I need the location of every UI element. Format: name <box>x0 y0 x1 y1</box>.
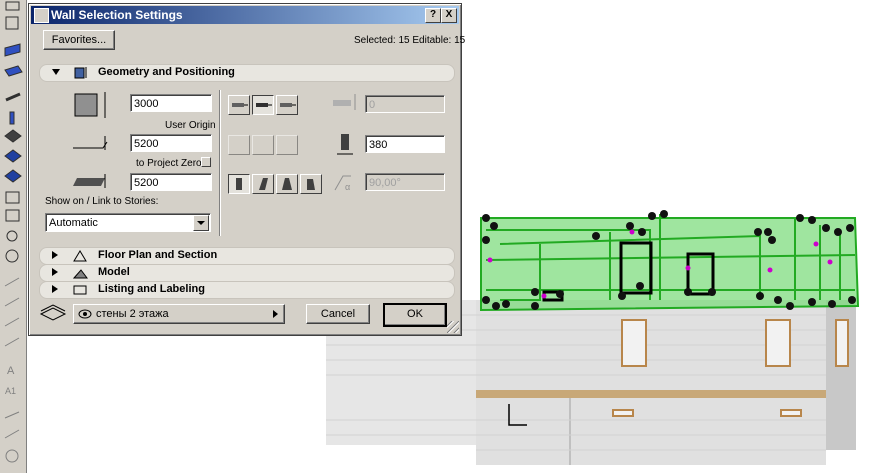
text-tool-icon: A <box>7 365 15 377</box>
base-reference-label: to Project Zero <box>136 158 202 169</box>
building-ledge <box>476 390 826 398</box>
expand-arrow-icon <box>52 268 58 276</box>
toolbox-palette: A A1 <box>0 0 27 473</box>
mesh-tool-icon <box>4 149 22 163</box>
object-tool-icon <box>5 249 19 263</box>
ref-line-inside-button[interactable] <box>276 95 298 115</box>
toolbox-icons: A A1 <box>4 1 23 463</box>
wall-selection-settings-dialog: Wall Selection Settings ? X Favorites...… <box>28 3 466 336</box>
wall-profile-slanted-button[interactable] <box>252 174 274 194</box>
wall-type-polygonal-button[interactable] <box>276 135 298 155</box>
offset-icon <box>333 94 356 110</box>
favorites-button[interactable]: Favorites... <box>43 30 115 50</box>
shell-tool-icon <box>4 169 22 183</box>
wall-base-field[interactable]: 5200 <box>130 134 212 152</box>
window-tool-icon <box>5 209 20 222</box>
model-icon <box>72 269 88 279</box>
dialog-title: Wall Selection Settings <box>51 8 183 22</box>
show-on-stories-value: Automatic <box>49 217 98 229</box>
roof-tool-icon <box>4 129 22 143</box>
close-button[interactable]: X <box>441 8 457 23</box>
wall-profile-straight-button[interactable] <box>228 174 250 194</box>
ref-line-center-button[interactable] <box>252 95 274 115</box>
help-button[interactable]: ? <box>425 8 441 23</box>
arrow-tool-icon <box>5 1 20 11</box>
layer-select[interactable]: стены 2 этажа <box>73 304 285 324</box>
resize-grip[interactable] <box>447 321 459 333</box>
selection-count: Selected: 15 Editable: 15 <box>354 35 466 46</box>
thickness-icon <box>337 134 353 155</box>
wall-type-trapezoid-button[interactable] <box>252 135 274 155</box>
radial-dim-tool-icon <box>4 317 20 327</box>
expand-arrow-icon <box>52 285 58 293</box>
marquee-tool-icon <box>5 16 19 30</box>
show-on-stories-label: Show on / Link to Stories: <box>45 196 159 207</box>
wall-profile-complex-button[interactable] <box>300 174 322 194</box>
wall-thickness-field[interactable]: 380 <box>365 135 445 153</box>
section-geometry[interactable]: Geometry and Positioning <box>39 64 455 82</box>
dialog-app-icon <box>34 8 49 23</box>
selected-walls[interactable] <box>480 214 860 312</box>
circle-tool-icon <box>5 449 19 463</box>
show-on-stories-select[interactable]: Automatic <box>45 213 211 232</box>
svg-text:α: α <box>345 182 350 192</box>
geometry-icon <box>74 67 87 79</box>
column-tool-icon <box>9 111 15 125</box>
eye-icon <box>78 309 92 319</box>
layer-icon <box>39 304 67 321</box>
wall-bottom-icon <box>73 174 106 188</box>
wall-tool-icon <box>4 43 21 57</box>
section-geometry-label: Geometry and Positioning <box>98 66 235 78</box>
wall-base-icon <box>73 136 108 150</box>
dialog-titlebar[interactable]: Wall Selection Settings ? X <box>31 6 459 24</box>
wall-height-icon <box>74 92 106 118</box>
slant-angle-icon: α <box>334 175 351 192</box>
chevron-down-icon[interactable] <box>193 215 209 231</box>
cancel-button[interactable]: Cancel <box>306 304 370 324</box>
ref-line-outside-button[interactable] <box>228 95 250 115</box>
expand-arrow-icon <box>52 69 60 75</box>
level-dim-tool-icon <box>4 297 20 307</box>
slant-angle-field[interactable]: 90,00° <box>365 173 445 191</box>
height-reference-label: User Origin <box>165 120 216 131</box>
reference-popup-button[interactable] <box>201 157 211 167</box>
layer-name: стены 2 этажа <box>96 308 169 320</box>
wall-bottom-field[interactable]: 5200 <box>130 173 212 191</box>
beam-tool-icon <box>5 92 21 102</box>
wall-height-field[interactable]: 3000 <box>130 94 212 112</box>
listing-icon <box>73 285 87 295</box>
wall-type-straight-button[interactable] <box>228 135 250 155</box>
section-listing-label: Listing and Labeling <box>98 283 205 295</box>
section-floor-plan[interactable]: Floor Plan and Section <box>39 247 455 265</box>
section-model[interactable]: Model <box>39 264 455 282</box>
lamp-tool-icon <box>6 230 18 242</box>
section-floor-plan-label: Floor Plan and Section <box>98 249 218 261</box>
offset-field[interactable]: 0 <box>365 95 445 113</box>
angle-dim-tool-icon <box>4 337 20 347</box>
wall-profile-double-slanted-button[interactable] <box>276 174 298 194</box>
slab-tool-icon <box>4 65 23 77</box>
line-tool-icon <box>4 429 20 439</box>
expand-arrow-icon <box>52 251 58 259</box>
fill-tool-icon <box>4 411 20 419</box>
door-tool-icon <box>5 191 20 204</box>
section-model-label: Model <box>98 266 130 278</box>
chevron-right-icon <box>273 310 278 318</box>
floor-plan-icon <box>73 250 87 262</box>
label-tool-icon: A1 <box>5 386 16 396</box>
ok-button[interactable]: OK <box>383 303 447 327</box>
section-listing[interactable]: Listing and Labeling <box>39 281 455 299</box>
dimension-tool-icon <box>4 277 20 287</box>
divider <box>219 90 220 236</box>
